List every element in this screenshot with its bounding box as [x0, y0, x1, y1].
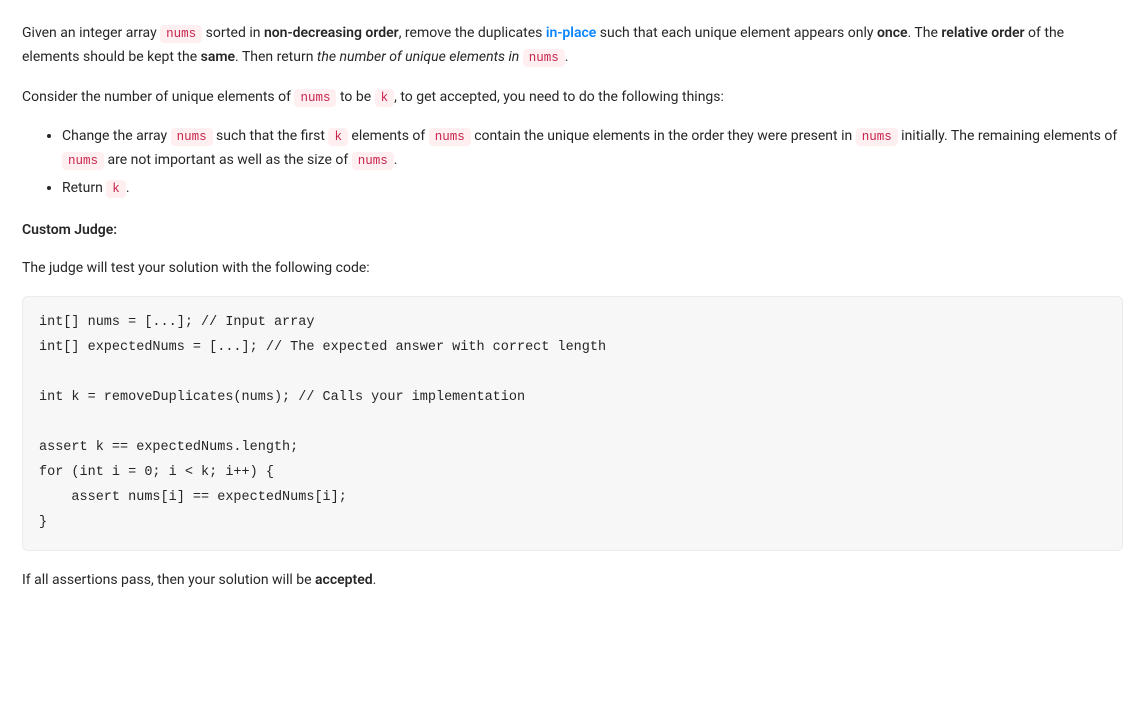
- list-item: Return k.: [62, 177, 1123, 201]
- code-k: k: [106, 180, 126, 198]
- text: , to get accepted, you need to do the fo…: [394, 89, 724, 105]
- text: Return: [62, 180, 106, 196]
- text: . Then return: [235, 49, 317, 65]
- code-nums: nums: [62, 152, 104, 170]
- text: elements of: [348, 128, 429, 144]
- bold-text: same: [201, 49, 235, 65]
- text: to be: [336, 89, 374, 105]
- text: If all assertions pass, then your soluti…: [22, 572, 315, 588]
- bold-text: relative order: [941, 25, 1024, 41]
- text: are not important as well as the size of: [104, 152, 352, 168]
- bold-text: non-decreasing order: [264, 25, 399, 41]
- problem-paragraph-1: Given an integer array nums sorted in no…: [22, 22, 1123, 70]
- text: . The: [908, 25, 942, 41]
- requirements-list: Change the array nums such that the firs…: [22, 125, 1123, 200]
- text: sorted in: [202, 25, 264, 41]
- text: .: [394, 152, 398, 168]
- italic-text: the number of unique elements in: [317, 49, 523, 65]
- judge-code-block: int[] nums = [...]; // Input array int[]…: [22, 296, 1123, 551]
- code-nums: nums: [856, 128, 898, 146]
- code-nums: nums: [523, 49, 565, 67]
- text: Change the array: [62, 128, 171, 144]
- text: , remove the duplicates: [399, 25, 546, 41]
- code-nums: nums: [294, 89, 336, 107]
- closing-paragraph: If all assertions pass, then your soluti…: [22, 569, 1123, 593]
- code-nums: nums: [171, 128, 213, 146]
- text: Consider the number of unique elements o…: [22, 89, 294, 105]
- text: .: [565, 49, 569, 65]
- text: .: [126, 180, 130, 196]
- code-k: k: [328, 128, 348, 146]
- text: such that each unique element appears on…: [596, 25, 877, 41]
- problem-paragraph-2: Consider the number of unique elements o…: [22, 86, 1123, 110]
- bold-text: once: [877, 25, 908, 41]
- text: such that the first: [213, 128, 329, 144]
- text: contain the unique elements in the order…: [471, 128, 856, 144]
- text: .: [373, 572, 377, 588]
- code-k: k: [375, 89, 395, 107]
- inplace-link[interactable]: in-place: [546, 25, 596, 41]
- judge-intro-paragraph: The judge will test your solution with t…: [22, 257, 1123, 281]
- code-nums: nums: [429, 128, 471, 146]
- bold-text: accepted: [315, 572, 373, 588]
- custom-judge-title: Custom Judge:: [22, 219, 1123, 243]
- text: Given an integer array: [22, 25, 160, 41]
- code-nums: nums: [352, 152, 394, 170]
- code-nums: nums: [160, 25, 202, 43]
- list-item: Change the array nums such that the firs…: [62, 125, 1123, 173]
- text: initially. The remaining elements of: [898, 128, 1118, 144]
